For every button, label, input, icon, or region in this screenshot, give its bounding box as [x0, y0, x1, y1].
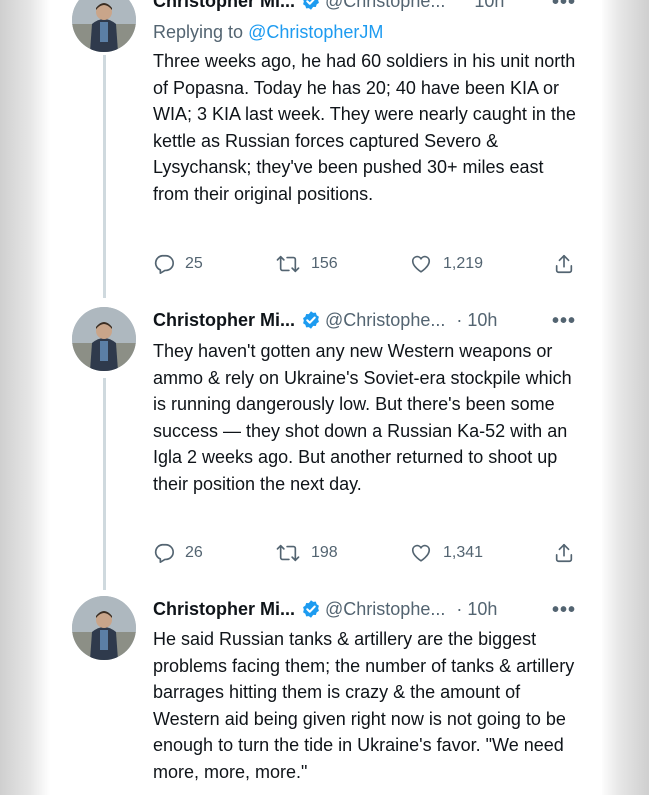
- retweet-button[interactable]: 198: [275, 541, 338, 565]
- like-icon: [411, 544, 431, 562]
- reply-count: 25: [185, 255, 203, 272]
- author-name[interactable]: Christopher Mi...: [153, 310, 295, 330]
- tweet-actions: 26 198 1,341: [153, 541, 583, 565]
- tweet-actions: 25 156 1,219: [153, 252, 583, 276]
- retweet-icon: [276, 255, 300, 273]
- verified-badge-icon: [303, 311, 319, 329]
- author-handle[interactable]: @Christophe...: [325, 599, 445, 619]
- more-horizontal-icon[interactable]: •••: [552, 0, 576, 12]
- tweet-text: Three weeks ago, he had 60 soldiers in h…: [153, 51, 576, 204]
- more-horizontal-icon[interactable]: •••: [552, 600, 576, 620]
- like-count: 1,219: [443, 255, 484, 272]
- tweet-thread: Christopher Mi... @Christophe... 10h ••• …: [50, 0, 602, 795]
- retweet-button[interactable]: 156: [275, 252, 338, 276]
- author-name[interactable]: Christopher Mi...: [153, 599, 295, 619]
- author-handle[interactable]: @Christophe...: [325, 310, 445, 330]
- avatar[interactable]: [72, 596, 136, 660]
- share-button[interactable]: [553, 541, 575, 565]
- more-horizontal-icon[interactable]: •••: [552, 311, 576, 331]
- verified-badge-icon: [303, 600, 319, 618]
- replying-handle-link[interactable]: @ChristopherJM: [248, 22, 383, 42]
- tweet[interactable]: Christopher Mi... @Christophe... 10h ••• …: [50, 0, 602, 300]
- like-button[interactable]: 1,341: [409, 541, 483, 565]
- tweet-text: They haven't gotten any new Western weap…: [153, 341, 572, 494]
- avatar[interactable]: [72, 307, 136, 371]
- reply-icon: [154, 543, 174, 563]
- timestamp[interactable]: 10h: [474, 0, 504, 11]
- like-icon: [411, 255, 431, 273]
- reply-button[interactable]: 25: [153, 252, 203, 276]
- replying-prefix: Replying to: [153, 22, 244, 42]
- tweet[interactable]: Christopher Mi... @Christophe... · 10h ••…: [50, 300, 602, 590]
- tweet[interactable]: Christopher Mi... @Christophe... · 10h ••…: [50, 590, 602, 795]
- tweet-header: Christopher Mi... @Christophe... · 10h: [153, 308, 497, 332]
- reply-count: 26: [185, 544, 203, 561]
- timestamp[interactable]: · 10h: [456, 310, 497, 330]
- tweet-header: Christopher Mi... @Christophe... · 10h: [153, 597, 497, 621]
- timestamp[interactable]: · 10h: [456, 599, 497, 619]
- reply-button[interactable]: 26: [153, 541, 203, 565]
- reply-icon: [154, 254, 174, 274]
- like-button[interactable]: 1,219: [409, 252, 483, 276]
- retweet-count: 198: [311, 544, 338, 561]
- replying-to: Replying to @ChristopherJM: [153, 20, 383, 44]
- retweet-icon: [276, 544, 300, 562]
- screenshot-frame: Christopher Mi... @Christophe... 10h ••• …: [0, 0, 649, 795]
- avatar[interactable]: [72, 0, 136, 52]
- verified-badge-icon: [303, 0, 319, 10]
- author-handle[interactable]: @Christophe...: [325, 0, 445, 11]
- share-button[interactable]: [553, 252, 575, 276]
- share-icon: [555, 254, 573, 274]
- tweet-header: Christopher Mi... @Christophe... 10h: [153, 0, 504, 13]
- like-count: 1,341: [443, 544, 484, 561]
- share-icon: [555, 543, 573, 563]
- tweet-text: He said Russian tanks & artillery are th…: [153, 629, 575, 782]
- retweet-count: 156: [311, 255, 338, 272]
- author-name[interactable]: Christopher Mi...: [153, 0, 295, 11]
